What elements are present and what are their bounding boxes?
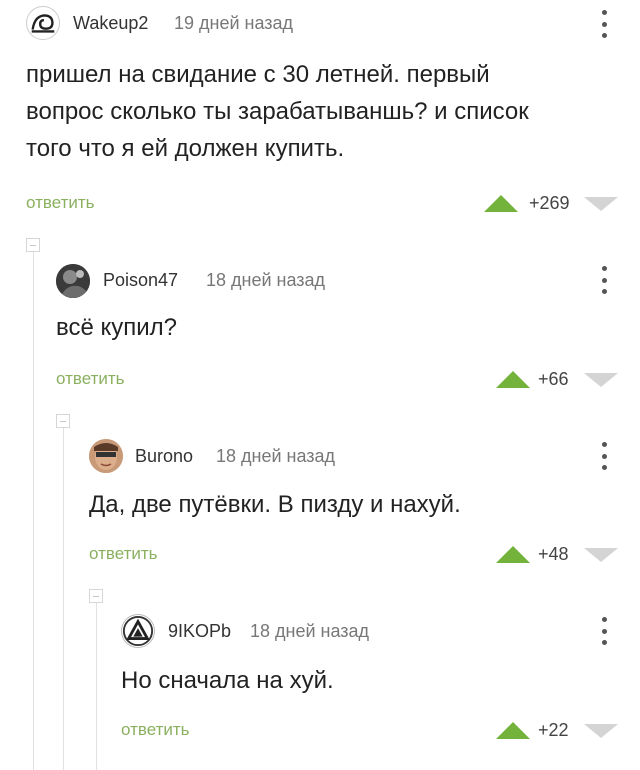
downvote-arrow-icon[interactable] (584, 197, 618, 211)
branch-line (96, 603, 97, 770)
comment-time: 18 дней назад (216, 446, 336, 466)
rating-value: +22 (538, 720, 569, 740)
snail-avatar-icon (27, 7, 59, 39)
upvote-arrow-icon[interactable] (496, 371, 530, 388)
reply-link[interactable]: ответить (121, 720, 190, 740)
comment-text-line: вопрос сколько ты зарабатываншь? и списо… (26, 98, 529, 125)
comment-time: 19 дней назад (174, 13, 294, 33)
author-avatar[interactable] (56, 264, 90, 298)
author-name[interactable]: 9IKOPb (168, 621, 231, 642)
rating-value: +48 (538, 544, 569, 564)
comment-time: 18 дней назад (206, 270, 326, 290)
comment-text-line: пришел на свидание с 30 летней. первый (26, 61, 490, 88)
comment-text-line: Да, две путёвки. В пизду и нахуй. (89, 491, 461, 518)
comment-time: 18 дней назад (250, 621, 370, 641)
more-menu-icon[interactable] (598, 617, 610, 645)
author-avatar[interactable] (121, 614, 155, 648)
photo-avatar-icon (56, 264, 90, 298)
upvote-arrow-icon[interactable] (484, 195, 518, 212)
branch-line (33, 252, 34, 770)
downvote-arrow-icon[interactable] (584, 724, 618, 738)
more-menu-icon[interactable] (598, 10, 610, 38)
more-menu-icon[interactable] (598, 442, 610, 470)
comment-text-line: того что я ей должен купить. (26, 135, 345, 162)
rating-value: +66 (538, 369, 569, 389)
author-name[interactable]: Poison47 (103, 270, 178, 291)
reply-link[interactable]: ответить (89, 544, 158, 564)
author-avatar[interactable] (26, 6, 60, 40)
collapse-branch-toggle[interactable] (56, 414, 70, 428)
author-name[interactable]: Burono (135, 446, 193, 467)
reply-link[interactable]: ответить (56, 369, 125, 389)
comment-text-line: Но сначала на хуй. (121, 667, 334, 694)
triangle-logo-avatar-icon (122, 615, 154, 647)
face-avatar-icon (89, 439, 123, 473)
comment-text-line: всё купил? (56, 314, 178, 341)
author-avatar[interactable] (89, 439, 123, 473)
author-name[interactable]: Wakeup2 (73, 13, 148, 34)
more-menu-icon[interactable] (598, 266, 610, 294)
reply-link[interactable]: ответить (26, 193, 95, 213)
rating-value: +269 (529, 193, 570, 213)
upvote-arrow-icon[interactable] (496, 546, 530, 563)
upvote-arrow-icon[interactable] (496, 722, 530, 739)
collapse-branch-toggle[interactable] (89, 589, 103, 603)
collapse-branch-toggle[interactable] (26, 238, 40, 252)
downvote-arrow-icon[interactable] (584, 548, 618, 562)
branch-line (63, 428, 64, 770)
downvote-arrow-icon[interactable] (584, 373, 618, 387)
